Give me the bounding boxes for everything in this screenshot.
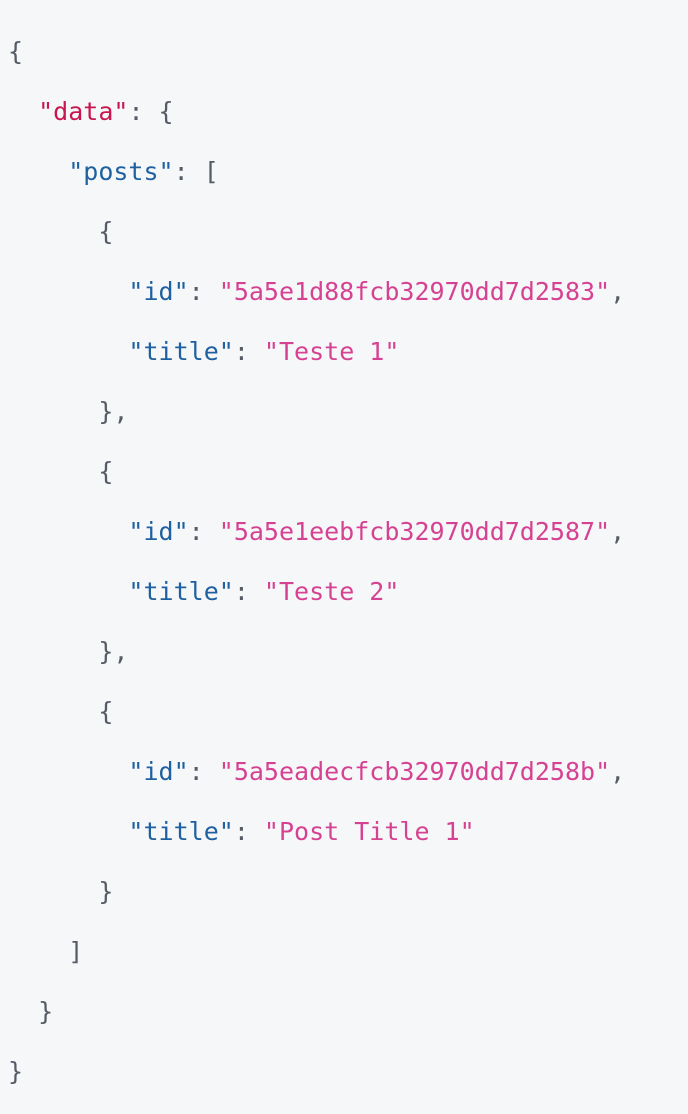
- post-id-value: "5a5e1d88fcb32970dd7d2583": [218, 277, 611, 306]
- json-line-posts: "posts": [: [68, 157, 219, 186]
- json-response-viewer: { "data": { "posts": [ { "id": "5a5e1d88…: [8, 7, 625, 1114]
- post-id-line: "id": "5a5e1d88fcb32970dd7d2583",: [128, 277, 626, 306]
- data-key-text: data: [53, 97, 114, 126]
- post-title-line: "title": "Post Title 1": [128, 817, 475, 846]
- post-close-brace: }: [98, 877, 114, 906]
- post-title-value: "Post Title 1": [263, 817, 475, 846]
- open-brace: {: [8, 37, 24, 66]
- post-id-line: "id": "5a5eadecfcb32970dd7d258b",: [128, 757, 626, 786]
- post-close-brace: },: [98, 397, 129, 426]
- id-key: "id": [128, 277, 189, 306]
- post-title-value: "Teste 1": [263, 337, 400, 366]
- json-line-open: {: [8, 37, 625, 67]
- post-open-brace: {: [98, 217, 114, 246]
- post-title-line: "title": "Teste 2": [128, 577, 400, 606]
- id-key: "id": [128, 517, 189, 546]
- post-open-brace: {: [98, 457, 114, 486]
- title-key: "title": [128, 577, 234, 606]
- data-key: "data": [38, 97, 129, 126]
- post-id-line: "id": "5a5e1eebfcb32970dd7d2587",: [128, 517, 626, 546]
- title-key: "title": [128, 817, 234, 846]
- post-open-brace: {: [98, 697, 114, 726]
- post-title-value: "Teste 2": [263, 577, 400, 606]
- post-close-brace: },: [98, 637, 129, 666]
- close-brace: }: [8, 1057, 24, 1086]
- post-title-line: "title": "Teste 1": [128, 337, 400, 366]
- json-line-close: }: [8, 1057, 625, 1087]
- posts-close-bracket: ]: [68, 937, 84, 966]
- data-close-brace: }: [38, 997, 54, 1026]
- posts-key-text: posts: [83, 157, 159, 186]
- post-id-value: "5a5eadecfcb32970dd7d258b": [218, 757, 611, 786]
- title-key: "title": [128, 337, 234, 366]
- post-id-value: "5a5e1eebfcb32970dd7d2587": [218, 517, 611, 546]
- json-line-data: "data": {: [38, 97, 174, 126]
- id-key: "id": [128, 757, 189, 786]
- posts-key: "posts": [68, 157, 174, 186]
